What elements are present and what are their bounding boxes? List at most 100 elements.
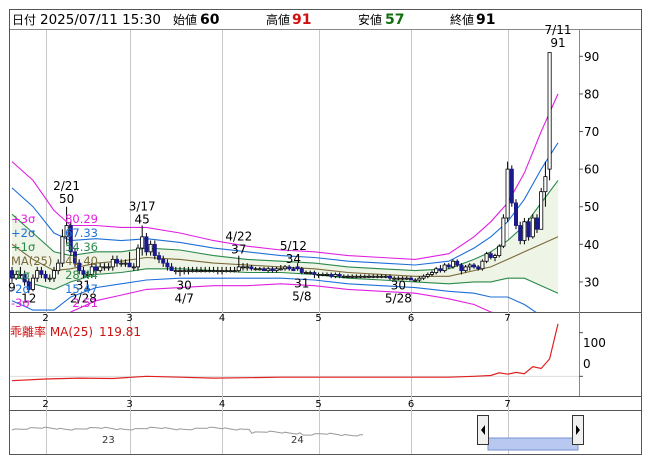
legend-ma-label: MA(25) [11, 254, 52, 268]
close-value: 91 [476, 12, 495, 28]
candle-body-8 [43, 273, 48, 279]
candle-body-31 [140, 236, 145, 249]
navigator-right-handle[interactable] [572, 415, 584, 445]
price-date-tick-2: 2 [42, 313, 48, 324]
candle-body-66 [287, 266, 292, 270]
close-label: 終値 [450, 12, 474, 27]
candle-body-121 [518, 225, 523, 241]
legend-plus1-label: +1σ [11, 240, 35, 254]
annotation-9: 4/7 [175, 292, 194, 306]
candle-body-80 [345, 275, 350, 278]
chart-window: 9 12 2/21 50 31 2/28 3/17 45 30 4/7 4/22 37 5/12 34 31… [0, 0, 653, 470]
candle-body-59 [257, 268, 262, 271]
candle-body-96 [413, 279, 418, 282]
stock-chart: 9122/2150312/283/1745304/74/2237 5/123431… [8, 9, 642, 455]
candle-body-27 [123, 262, 128, 265]
candle-body-69 [299, 268, 304, 273]
candle-body-52 [228, 270, 233, 273]
candle-body-120 [514, 202, 519, 226]
candle-body-39 [173, 270, 178, 273]
candle-body-55 [240, 266, 245, 269]
candle-body-125 [535, 217, 540, 230]
candle-body-24 [110, 258, 115, 268]
candle-body-87 [375, 275, 380, 278]
annotation-16: 30 [391, 278, 406, 292]
annotation-13: 34 [286, 252, 301, 266]
candle-body-111 [476, 266, 481, 270]
candle-body-78 [337, 273, 342, 277]
annotation-8: 30 [177, 278, 192, 292]
candle-body-82 [354, 275, 359, 278]
navigator-left-handle[interactable] [477, 415, 489, 445]
candle-body-67 [291, 268, 296, 272]
candle-body-11 [56, 262, 61, 272]
annotation-18: 7/11 [545, 23, 572, 37]
annotation-17: 5/28 [385, 292, 412, 306]
candle-body-77 [333, 273, 338, 277]
candle-body-81 [350, 275, 355, 278]
deviation-tick-100: 100 [583, 336, 606, 350]
legend-plus1-value: 54.36 [65, 240, 98, 254]
candle-body-70 [303, 272, 308, 274]
annotation-19: 91 [550, 36, 565, 50]
candle-body-44 [194, 270, 199, 273]
candle-body-37 [165, 262, 170, 268]
candle-body-5 [30, 277, 35, 290]
candle-body-22 [102, 266, 107, 269]
date-label: 日付 [12, 13, 36, 27]
candle-body-127 [543, 176, 548, 193]
legend-minus2-label: -2σ [11, 282, 30, 296]
candle-body-86 [371, 275, 376, 278]
candle-body-101 [434, 268, 439, 273]
axis-date-tick-2: 2 [42, 399, 48, 410]
candle-body-36 [161, 258, 166, 264]
price-tick-label-50: 50 [584, 200, 599, 214]
candle-body-114 [488, 253, 493, 258]
candle-body-38 [169, 266, 174, 272]
candle-body-65 [282, 266, 287, 270]
candle-body-6 [35, 270, 40, 279]
candle-body-32 [144, 236, 149, 253]
candle-body-47 [207, 270, 212, 273]
deviation-tick-0: 0 [583, 357, 591, 371]
candle-body-9 [47, 277, 52, 280]
date-axis-frame [9, 396, 642, 411]
candle-body-42 [186, 270, 191, 273]
candle-body-85 [366, 275, 371, 278]
legend-minus2-value: 15.47 [65, 282, 98, 296]
candle-body-50 [219, 270, 224, 273]
navigator-label-24: 24 [291, 435, 304, 446]
candle-body-49 [215, 270, 220, 273]
candle-body-106 [455, 260, 460, 266]
candle-body-62 [270, 268, 275, 272]
annotation-10: 4/22 [225, 230, 252, 244]
navigator-selection[interactable] [487, 437, 579, 451]
candle-body-108 [463, 266, 468, 272]
axis-date-tick-6: 6 [408, 399, 414, 410]
datetime-value: 2025/07/11 15:30 [40, 12, 161, 28]
price-tick-label-30: 30 [584, 275, 599, 289]
high-value: 91 [292, 12, 311, 28]
candle-body-64 [278, 268, 283, 271]
candle-body-74 [320, 273, 325, 276]
candle-body-35 [156, 255, 161, 260]
candle-body-122 [522, 221, 527, 241]
high-label: 高値 [266, 12, 290, 27]
candle-body-51 [224, 270, 229, 273]
candle-body-33 [148, 243, 153, 253]
candle-body-89 [383, 275, 388, 278]
candle-body-75 [324, 273, 329, 276]
price-date-tick-7: 7 [504, 313, 510, 324]
legend-plus3-value: 80.29 [65, 212, 98, 226]
candle-body-126 [539, 191, 544, 230]
deviation-label: 乖離率 MA(25) [10, 324, 93, 339]
annotation-15: 5/8 [292, 290, 311, 304]
candle-body-25 [115, 258, 120, 264]
price-tick-label-60: 60 [584, 163, 599, 177]
navigator-label-23: 23 [102, 435, 115, 446]
candle-body-112 [480, 260, 485, 270]
candle-body-76 [329, 273, 334, 277]
legend-minus3-label: -3σ [11, 296, 30, 310]
price-date-tick-3: 3 [126, 313, 132, 324]
price-date-tick-4: 4 [219, 313, 225, 324]
